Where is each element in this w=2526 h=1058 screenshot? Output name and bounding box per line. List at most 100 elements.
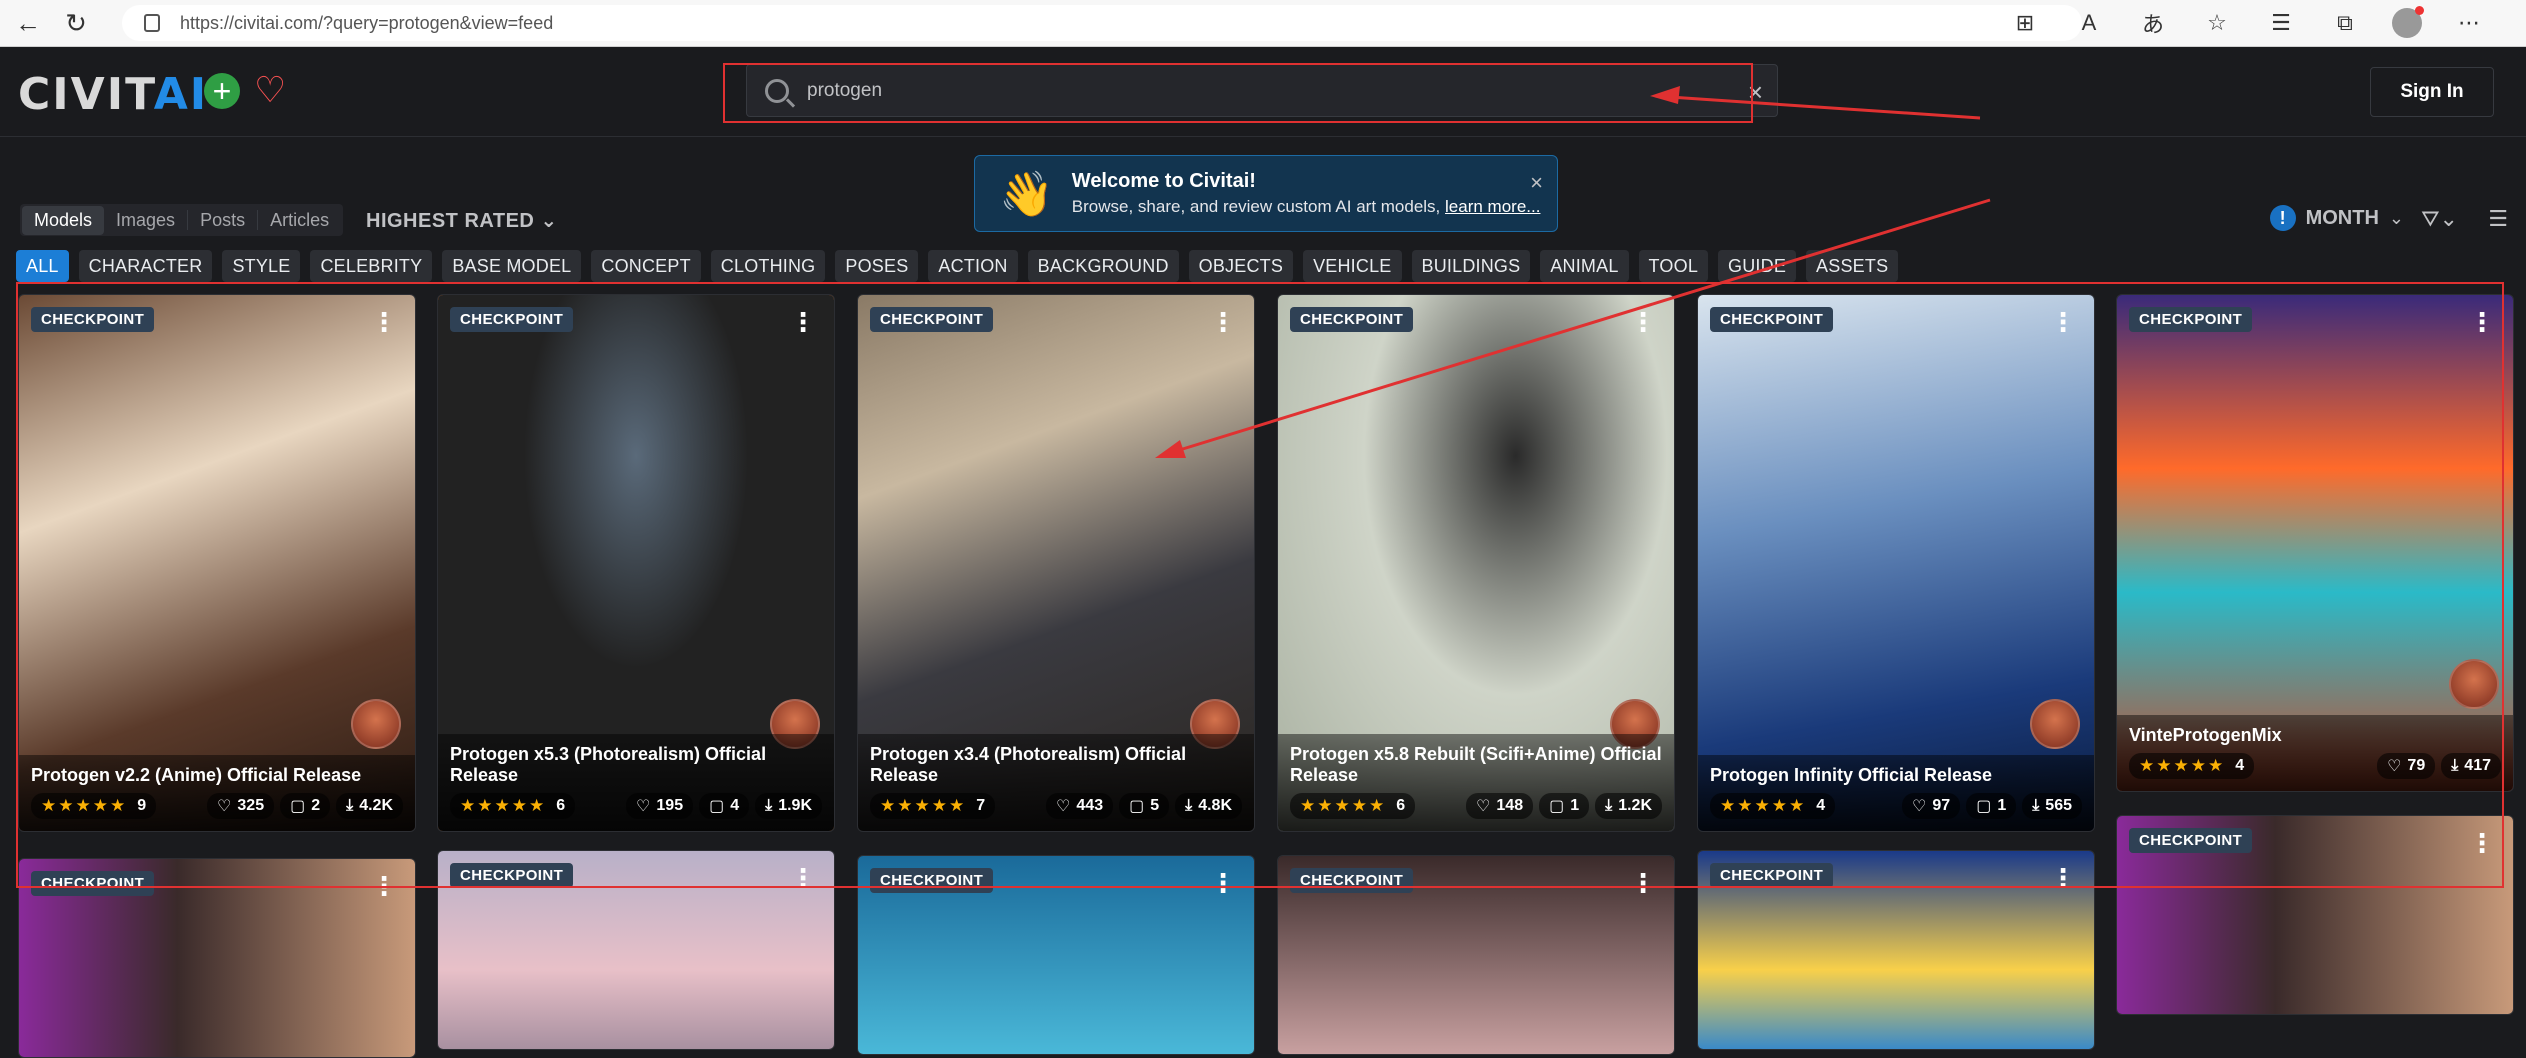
rating-pill: ★★★★★ 4 bbox=[1710, 793, 1836, 819]
more-options-icon[interactable]: ⋮ bbox=[371, 309, 397, 335]
downloads-stat: ⤓ 4.8K bbox=[1175, 793, 1242, 819]
profile-avatar-icon[interactable] bbox=[2392, 6, 2424, 38]
more-options-icon[interactable]: ⋮ bbox=[2050, 865, 2076, 891]
category-tag[interactable]: BASE MODEL bbox=[442, 250, 582, 282]
more-options-icon[interactable]: ⋮ bbox=[2050, 309, 2076, 335]
back-icon[interactable]: ← bbox=[8, 3, 48, 43]
category-tag[interactable]: ASSETS bbox=[1806, 250, 1899, 282]
category-tag[interactable]: BUILDINGS bbox=[1411, 250, 1531, 282]
model-card[interactable]: CHECKPOINT ⋮ bbox=[1697, 850, 2095, 1050]
likes-stat: ♡ 79 bbox=[2377, 753, 2436, 779]
type-badge: CHECKPOINT bbox=[31, 871, 155, 896]
model-card[interactable]: CHECKPOINT ⋮ Protogen x5.8 Rebuilt (Scif… bbox=[1277, 294, 1675, 832]
category-tag[interactable]: BACKGROUND bbox=[1027, 250, 1179, 282]
more-options-icon[interactable]: ⋮ bbox=[790, 309, 816, 335]
heart-icon: ♡ bbox=[2387, 758, 2402, 775]
favorite-star-icon[interactable]: ☆ bbox=[2200, 6, 2234, 40]
card-footer: Protogen v2.2 (Anime) Official Release ★… bbox=[19, 755, 415, 831]
tab-images[interactable]: Images bbox=[104, 206, 187, 235]
more-options-icon[interactable]: ⋮ bbox=[1210, 870, 1236, 896]
filter-icon[interactable]: ⛛⌄ bbox=[2421, 206, 2458, 232]
logo-main: CIVIT bbox=[18, 69, 154, 120]
create-plus-icon[interactable]: + bbox=[204, 73, 240, 109]
category-tag[interactable]: CLOTHING bbox=[710, 250, 826, 282]
more-icon[interactable]: ⋯ bbox=[2452, 6, 2486, 40]
star-rating-icon: ★★★★★ bbox=[41, 796, 128, 815]
more-options-icon[interactable]: ⋮ bbox=[1210, 309, 1236, 335]
type-badge: CHECKPOINT bbox=[870, 868, 994, 893]
category-tag[interactable]: POSES bbox=[835, 250, 919, 282]
model-card[interactable]: CHECKPOINT ⋮ bbox=[2116, 815, 2514, 1015]
apps-icon[interactable]: ⊞ bbox=[2008, 6, 2042, 40]
download-icon: ⤓ bbox=[765, 797, 773, 814]
creator-avatar[interactable] bbox=[2449, 659, 2499, 709]
logo-accent: AI bbox=[153, 69, 209, 120]
more-options-icon[interactable]: ⋮ bbox=[2469, 309, 2495, 335]
download-icon: ⤓ bbox=[2032, 797, 2040, 814]
sort-dropdown[interactable]: HIGHEST RATED ⌄ bbox=[366, 208, 558, 233]
model-preview-image[interactable] bbox=[19, 295, 415, 831]
more-options-icon[interactable]: ⋮ bbox=[2469, 830, 2495, 856]
layout-toggle-icon[interactable]: ☰ bbox=[2488, 206, 2508, 232]
tab-articles[interactable]: Articles bbox=[258, 206, 341, 235]
comments-stat: ▢ 1 bbox=[1539, 793, 1590, 819]
collections-icon[interactable]: ⧉ bbox=[2328, 6, 2362, 40]
model-card[interactable]: CHECKPOINT ⋮ VinteProtogenMix ★★★★★ 4 ♡ 79… bbox=[2116, 294, 2514, 792]
category-tag[interactable]: CELEBRITY bbox=[310, 250, 433, 282]
category-tag[interactable]: STYLE bbox=[222, 250, 301, 282]
more-options-icon[interactable]: ⋮ bbox=[1630, 870, 1656, 896]
search-icon bbox=[765, 78, 789, 103]
type-badge: CHECKPOINT bbox=[1290, 868, 1414, 893]
tab-models[interactable]: Models bbox=[22, 205, 105, 235]
category-tag[interactable]: TOOL bbox=[1638, 250, 1709, 282]
model-card[interactable]: CHECKPOINT ⋮ Protogen x3.4 (Photorealism… bbox=[857, 294, 1255, 832]
category-tag[interactable]: CONCEPT bbox=[591, 250, 701, 282]
creator-avatar[interactable] bbox=[351, 699, 401, 749]
model-card[interactable]: CHECKPOINT ⋮ Protogen x5.3 (Photorealism… bbox=[437, 294, 835, 832]
rating-count: 9 bbox=[137, 797, 147, 814]
category-tag[interactable]: CHARACTER bbox=[78, 250, 213, 282]
info-icon[interactable]: ! bbox=[2269, 205, 2296, 231]
comments-count: 1 bbox=[1570, 797, 1580, 814]
model-card[interactable]: CHECKPOINT ⋮ Protogen Infinity Official … bbox=[1697, 294, 2095, 832]
search-input[interactable] bbox=[807, 79, 1707, 102]
type-badge: CHECKPOINT bbox=[2129, 307, 2253, 332]
rating-pill: ★★★★★ 6 bbox=[450, 793, 576, 819]
favorites-icon[interactable]: ☰ bbox=[2264, 6, 2298, 40]
read-aloud-icon[interactable]: A bbox=[2072, 6, 2106, 40]
comment-icon: ▢ bbox=[1549, 798, 1565, 815]
model-preview-image[interactable] bbox=[1698, 295, 2094, 831]
period-selector[interactable]: ! MONTH ⌄ bbox=[2269, 205, 2404, 231]
model-card[interactable]: CHECKPOINT ⋮ bbox=[437, 850, 835, 1050]
more-options-icon[interactable]: ⋮ bbox=[371, 873, 397, 899]
creator-avatar[interactable] bbox=[2030, 699, 2080, 749]
tab-posts[interactable]: Posts bbox=[188, 206, 257, 235]
learn-more-link[interactable]: learn more... bbox=[1445, 197, 1540, 216]
likes-stat: ♡ 443 bbox=[1046, 793, 1114, 819]
more-options-icon[interactable]: ⋮ bbox=[1630, 309, 1656, 335]
heart-icon[interactable]: ♡ bbox=[254, 69, 286, 111]
comments-stat: ▢ 5 bbox=[1119, 793, 1170, 819]
model-card[interactable]: CHECKPOINT ⋮ Protogen v2.2 (Anime) Offic… bbox=[18, 294, 416, 832]
address-bar[interactable]: https://civitai.com/?query=protogen&view… bbox=[122, 5, 2082, 41]
category-tag[interactable]: ALL bbox=[16, 250, 69, 282]
close-icon[interactable]: × bbox=[1530, 170, 1543, 196]
model-title: Protogen x5.8 Rebuilt (Scifi+Anime) Offi… bbox=[1290, 743, 1662, 786]
card-footer: Protogen x3.4 (Photorealism) Official Re… bbox=[858, 733, 1254, 831]
model-card[interactable]: CHECKPOINT ⋮ bbox=[1277, 855, 1675, 1055]
translate-icon[interactable]: あ bbox=[2136, 6, 2170, 40]
model-card[interactable]: CHECKPOINT ⋮ bbox=[857, 855, 1255, 1055]
more-options-icon[interactable]: ⋮ bbox=[790, 865, 816, 891]
category-tag[interactable]: OBJECTS bbox=[1188, 250, 1294, 282]
category-tag[interactable]: ANIMAL bbox=[1540, 250, 1629, 282]
model-card[interactable]: CHECKPOINT ⋮ bbox=[18, 858, 416, 1058]
star-rating-icon: ★★★★★ bbox=[880, 796, 967, 815]
close-icon[interactable]: × bbox=[1748, 77, 1763, 108]
reload-icon[interactable]: ↻ bbox=[56, 3, 96, 43]
category-tag[interactable]: VEHICLE bbox=[1303, 250, 1402, 282]
category-tag[interactable]: ACTION bbox=[928, 250, 1018, 282]
civitai-logo[interactable]: CIVITAI bbox=[18, 69, 208, 120]
category-tag[interactable]: GUIDE bbox=[1718, 250, 1797, 282]
browser-icons: ⊞ A あ ☆ ☰ ⧉ ⋯ bbox=[2008, 6, 2486, 40]
sign-in-button[interactable]: Sign In bbox=[2370, 67, 2494, 117]
